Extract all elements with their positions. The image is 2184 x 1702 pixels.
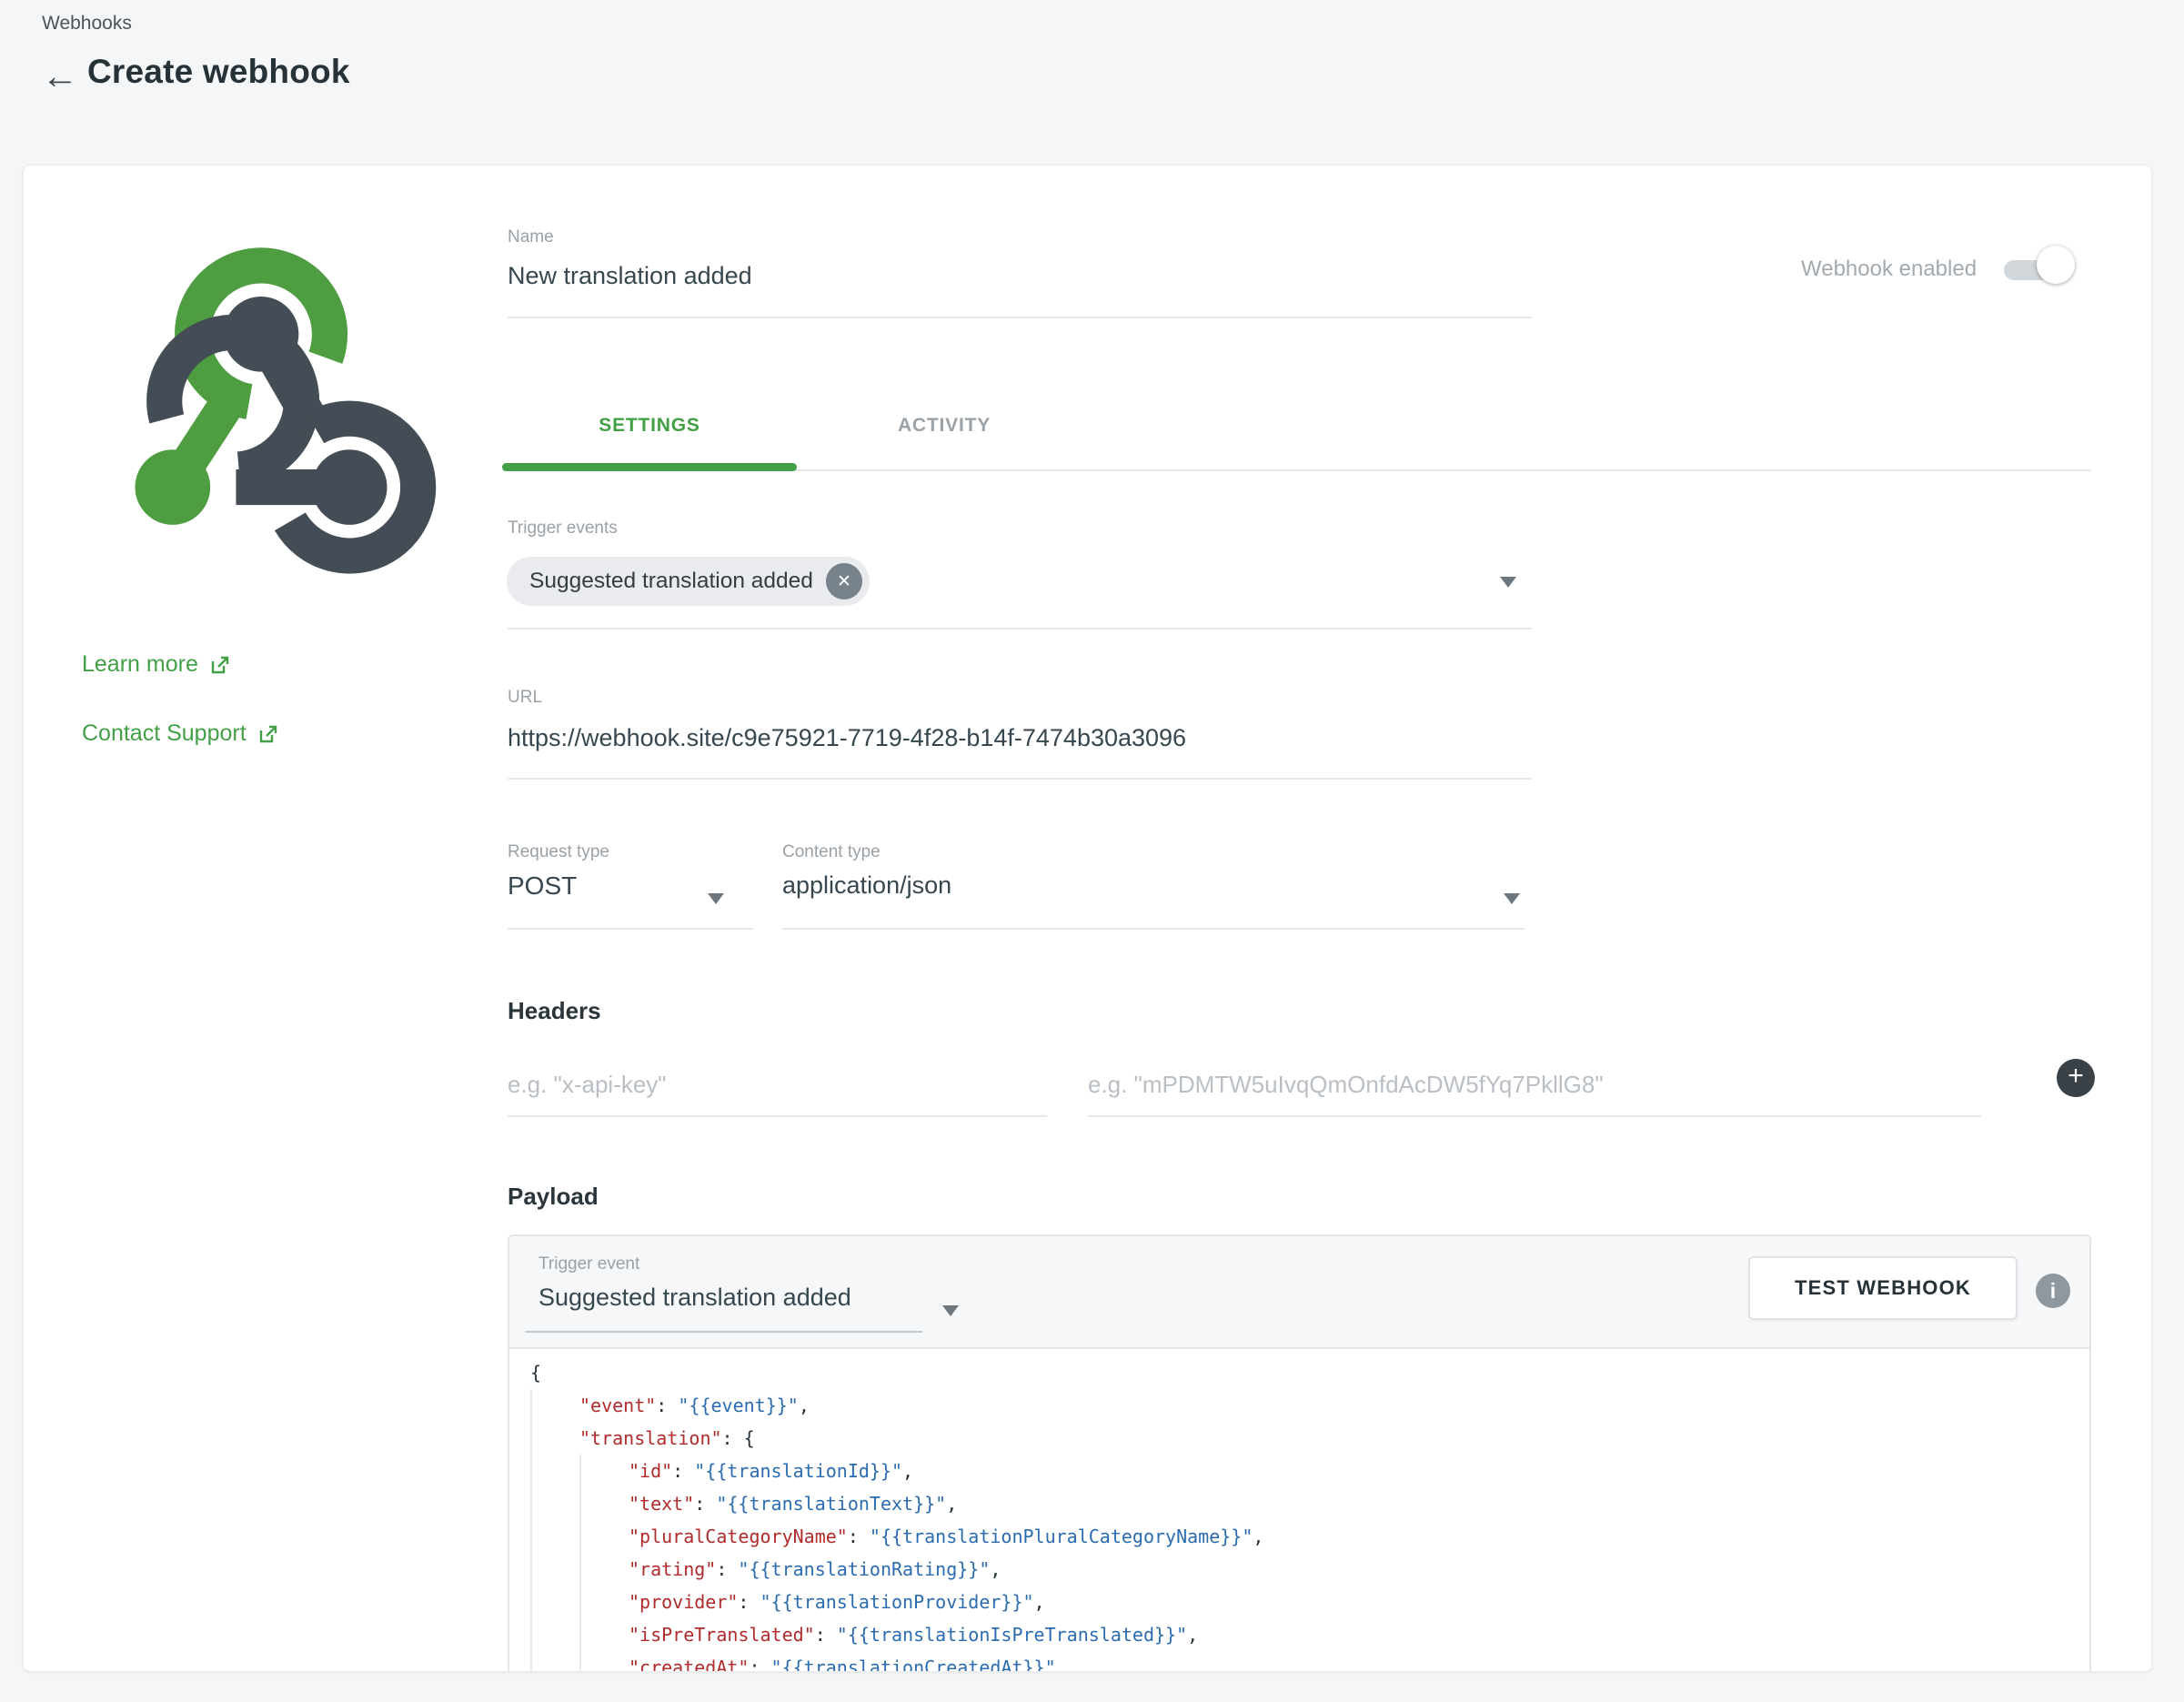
chip-remove-icon[interactable]: ✕ bbox=[826, 563, 862, 599]
header-key-input[interactable] bbox=[508, 1053, 1047, 1117]
payload-trigger-event-underline bbox=[525, 1331, 922, 1333]
url-input[interactable] bbox=[508, 719, 1526, 757]
code-line[interactable]: "provider": "{{translationProvider}}", bbox=[530, 1586, 2089, 1618]
contact-support-link[interactable]: Contact Support bbox=[82, 720, 279, 747]
webhook-enabled-label: Webhook enabled bbox=[1801, 257, 1977, 282]
headers-section-title: Headers bbox=[508, 997, 601, 1025]
url-label: URL bbox=[508, 688, 542, 708]
code-line[interactable]: "rating": "{{translationRating}}", bbox=[530, 1553, 2089, 1586]
trigger-events-label: Trigger events bbox=[508, 519, 618, 539]
code-line[interactable]: { bbox=[530, 1356, 2089, 1389]
trigger-event-chip-label: Suggested translation added bbox=[529, 569, 813, 594]
page-title: Create webhook bbox=[87, 53, 350, 91]
request-type-chevron-down-icon[interactable] bbox=[708, 893, 724, 904]
active-tab-indicator bbox=[502, 463, 797, 471]
code-line[interactable]: "text": "{{translationText}}", bbox=[530, 1487, 2089, 1520]
info-icon[interactable]: i bbox=[2036, 1274, 2070, 1308]
test-webhook-button[interactable]: TEST WEBHOOK bbox=[1748, 1256, 2018, 1320]
request-type-label: Request type bbox=[508, 842, 609, 862]
payload-panel: Trigger event Suggested translation adde… bbox=[508, 1234, 2091, 1672]
content-type-select[interactable]: application/json bbox=[782, 871, 951, 900]
code-line[interactable]: "pluralCategoryName": "{{translationPlur… bbox=[530, 1520, 2089, 1553]
code-line[interactable]: "isPreTranslated": "{{translationIsPreTr… bbox=[530, 1618, 2089, 1651]
external-link-icon bbox=[209, 654, 231, 676]
url-underline bbox=[508, 778, 1532, 780]
payload-section-title: Payload bbox=[508, 1183, 599, 1211]
contact-support-label: Contact Support bbox=[82, 720, 247, 747]
learn-more-link[interactable]: Learn more bbox=[82, 651, 231, 678]
content-type-chevron-down-icon[interactable] bbox=[1504, 893, 1520, 904]
request-type-underline bbox=[508, 928, 753, 930]
trigger-events-underline bbox=[508, 628, 1532, 629]
breadcrumb[interactable]: Webhooks bbox=[42, 13, 132, 35]
name-label: Name bbox=[508, 227, 554, 247]
request-type-select[interactable]: POST bbox=[508, 871, 577, 901]
payload-code-editor[interactable]: {"event": "{{event}}","translation": {"i… bbox=[509, 1349, 2089, 1672]
name-input[interactable] bbox=[508, 257, 1508, 295]
payload-trigger-event-select[interactable]: Suggested translation added bbox=[538, 1284, 851, 1312]
content-type-underline bbox=[782, 928, 1525, 930]
code-line[interactable]: "id": "{{translationId}}", bbox=[530, 1455, 2089, 1487]
webhook-card: Learn more Contact Support Name Webhook … bbox=[23, 165, 2152, 1672]
tab-settings[interactable]: SETTINGS bbox=[502, 389, 797, 462]
payload-trigger-event-label: Trigger event bbox=[538, 1254, 639, 1274]
webhook-enabled-toggle-thumb[interactable] bbox=[2037, 246, 2075, 284]
add-header-button[interactable]: + bbox=[2057, 1059, 2095, 1097]
code-line[interactable]: "event": "{{event}}", bbox=[530, 1389, 2089, 1422]
code-line[interactable]: "translation": { bbox=[530, 1422, 2089, 1455]
trigger-event-chip[interactable]: Suggested translation added ✕ bbox=[507, 557, 870, 606]
content-type-label: Content type bbox=[782, 842, 881, 862]
payload-panel-header: Trigger event Suggested translation adde… bbox=[509, 1236, 2089, 1349]
trigger-events-chevron-down-icon[interactable] bbox=[1500, 577, 1516, 588]
name-underline bbox=[508, 317, 1532, 318]
header-value-input[interactable] bbox=[1088, 1053, 1981, 1117]
learn-more-label: Learn more bbox=[82, 651, 198, 678]
back-arrow-icon[interactable]: ← bbox=[36, 53, 84, 100]
code-line[interactable]: "createdAt": "{{translationCreatedAt}}", bbox=[530, 1651, 2089, 1672]
payload-trigger-event-chevron-down-icon[interactable] bbox=[942, 1305, 959, 1316]
tab-activity[interactable]: ACTIVITY bbox=[797, 389, 1092, 462]
webhook-logo-icon bbox=[80, 237, 442, 587]
external-link-icon bbox=[257, 723, 279, 745]
